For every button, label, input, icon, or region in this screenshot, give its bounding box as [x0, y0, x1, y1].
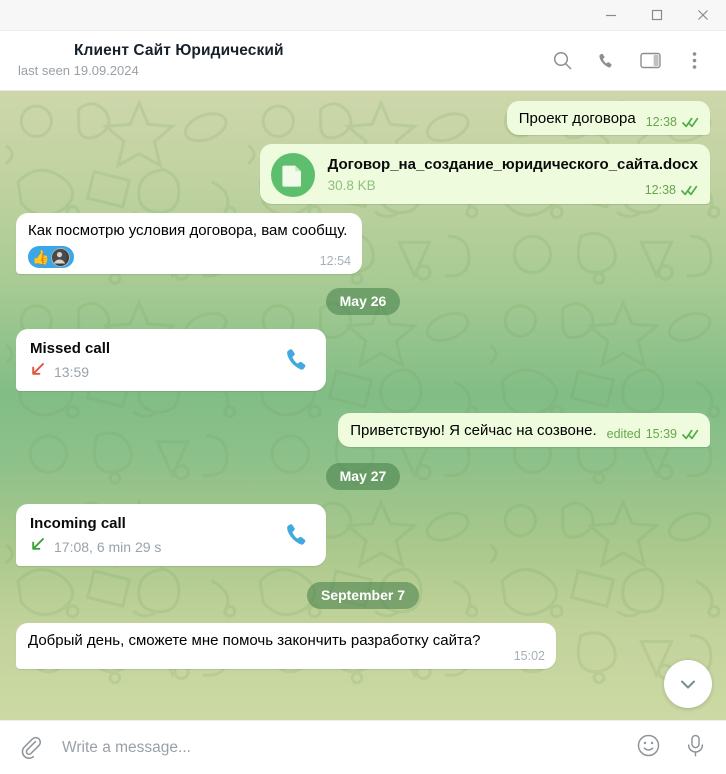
message-text: Приветствую! Я сейчас на созвоне.	[350, 422, 597, 439]
message-time: 12:54	[319, 254, 351, 268]
thumbsup-icon: 👍	[32, 249, 50, 265]
message-time: 12:38	[644, 183, 676, 197]
call-time: 13:59	[54, 363, 90, 380]
document-filename: Договор_на_создание_юридического_сайта.d…	[327, 156, 698, 173]
incoming-call-arrow-icon	[30, 536, 46, 557]
chat-status: last seen 19.09.2024	[18, 63, 139, 78]
message-bubble-outgoing[interactable]: Приветствую! Я сейчас на созвоне. edited…	[338, 413, 710, 447]
more-icon[interactable]	[682, 49, 706, 73]
message-row: Добрый день, сможете мне помочь закончит…	[16, 623, 710, 669]
search-icon[interactable]	[550, 49, 574, 73]
message-meta: 12:38	[646, 115, 699, 129]
message-list: Проект договора 12:38 Договор_на_создани…	[0, 91, 726, 720]
maximize-button[interactable]	[634, 0, 680, 30]
minimize-button[interactable]	[588, 0, 634, 30]
message-input[interactable]	[60, 737, 636, 758]
read-ticks-icon	[681, 185, 698, 196]
date-separator[interactable]: May 26	[325, 288, 401, 315]
message-row: Как посмотрю условия договора, вам сообщ…	[16, 213, 710, 274]
message-text: Как посмотрю условия договора, вам сообщ…	[28, 222, 348, 239]
message-reactions: 👍	[28, 246, 75, 268]
panel-icon[interactable]	[638, 49, 662, 73]
message-row: Проект договора 12:38	[16, 101, 710, 135]
telegram-window: Клиент Сайт Юридический last seen 19.09.…	[0, 0, 726, 774]
message-row: Договор_на_создание_юридического_сайта.d…	[16, 144, 710, 204]
message-row: Incoming call 17:08, 6 min 29 s	[16, 504, 710, 566]
date-separator-row: May 26	[16, 288, 710, 315]
composer-actions	[636, 733, 708, 763]
edited-label: edited	[606, 427, 641, 441]
chat-header: Клиент Сайт Юридический last seen 19.09.…	[0, 31, 726, 91]
date-separator-row: September 7	[16, 582, 710, 609]
emoji-icon[interactable]	[636, 733, 661, 763]
message-bubble-incoming[interactable]: Как посмотрю условия договора, вам сообщ…	[16, 213, 362, 274]
reaction-avatar	[51, 247, 71, 267]
scroll-to-bottom-button[interactable]	[664, 660, 712, 708]
chat-header-actions	[550, 49, 712, 73]
close-button[interactable]	[680, 0, 726, 30]
call-icon[interactable]	[594, 49, 618, 73]
missed-call-arrow-icon	[30, 361, 46, 382]
message-text: Добрый день, сможете мне помочь закончит…	[28, 632, 481, 649]
date-separator[interactable]: September 7	[306, 582, 420, 609]
message-time: 15:02	[513, 649, 545, 663]
message-row: Приветствую! Я сейчас на созвоне. edited…	[16, 413, 710, 447]
message-time: 12:38	[645, 115, 677, 129]
message-meta: 12:54	[320, 254, 351, 268]
incoming-call-bubble[interactable]: Incoming call 17:08, 6 min 29 s	[16, 504, 326, 566]
message-meta: 12:38	[645, 183, 698, 197]
call-back-icon[interactable]	[282, 520, 312, 550]
reaction-thumbsup[interactable]: 👍	[28, 246, 75, 268]
chat-title: Клиент Сайт Юридический	[74, 42, 284, 59]
message-bubble-incoming-highlighted[interactable]: Добрый день, сможете мне помочь закончит…	[16, 623, 556, 669]
message-composer	[0, 720, 726, 774]
document-message-bubble[interactable]: Договор_на_создание_юридического_сайта.d…	[259, 144, 710, 204]
microphone-icon[interactable]	[683, 733, 708, 763]
call-title: Missed call	[30, 340, 111, 357]
message-bubble-outgoing[interactable]: Проект договора 12:38	[506, 101, 710, 135]
call-title: Incoming call	[30, 515, 126, 532]
message-row: Missed call 13:59	[16, 329, 710, 391]
title-bar	[0, 0, 726, 31]
message-time: 15:39	[645, 427, 677, 441]
read-ticks-icon	[682, 429, 699, 440]
message-meta: 15:02	[514, 649, 545, 663]
missed-call-bubble[interactable]: Missed call 13:59	[16, 329, 326, 391]
read-ticks-icon	[682, 117, 699, 128]
chat-header-info[interactable]: Клиент Сайт Юридический last seen 19.09.…	[0, 41, 550, 80]
call-back-icon[interactable]	[282, 345, 312, 375]
call-time: 17:08, 6 min 29 s	[54, 538, 162, 555]
date-separator-row: May 27	[16, 463, 710, 490]
message-text: Проект договора	[518, 110, 636, 127]
date-separator[interactable]: May 27	[325, 463, 401, 490]
chat-area[interactable]: Проект договора 12:38 Договор_на_создани…	[0, 91, 726, 720]
message-meta: edited 15:39	[607, 427, 699, 441]
attach-icon[interactable]	[18, 736, 42, 760]
